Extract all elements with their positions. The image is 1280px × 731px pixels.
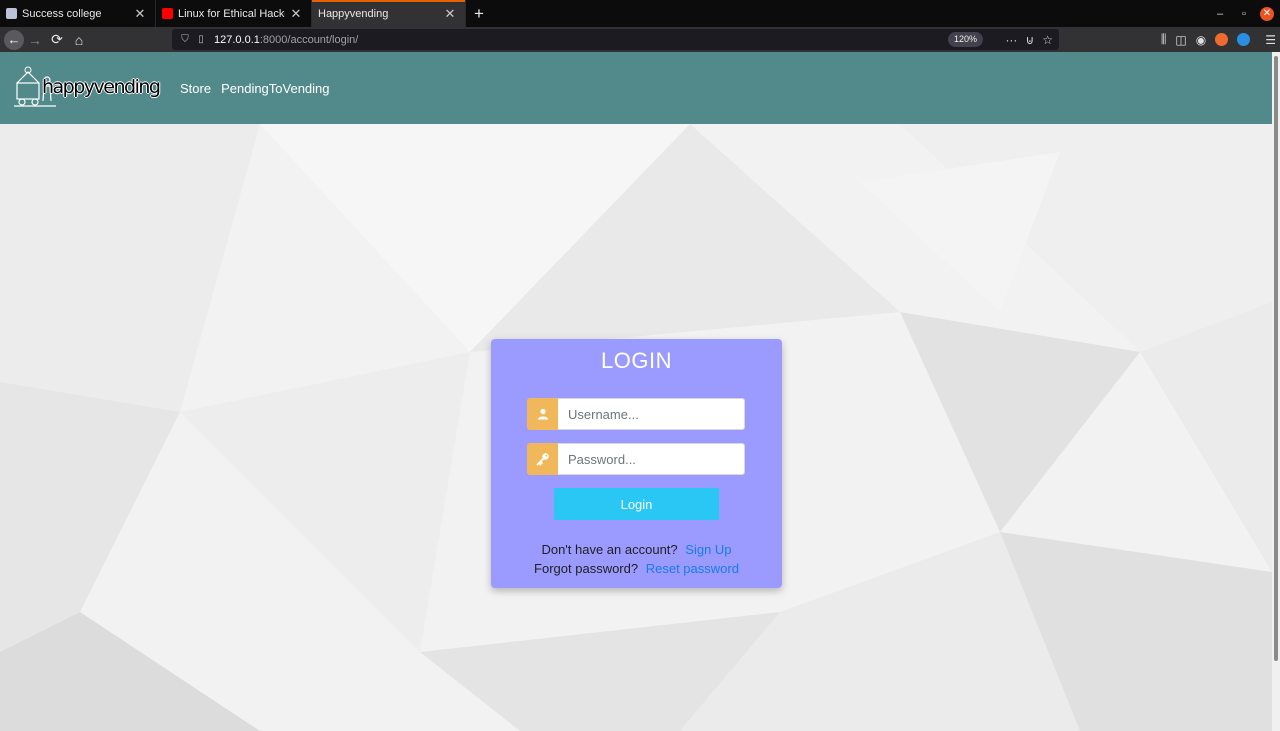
navigation-toolbar: ← → ⟳ ⌂ ⛉ ▯ 127.0.0.1:8000/account/login… [0, 27, 1280, 52]
url-path: :8000/account/login/ [259, 33, 359, 46]
password-input[interactable] [558, 443, 745, 475]
address-bar[interactable]: ⛉ ▯ 127.0.0.1:8000/account/login/ 120% ·… [172, 29, 1059, 50]
restore-icon[interactable]: ▫ [1236, 8, 1252, 20]
youtube-favicon-icon [162, 8, 173, 19]
shield-icon[interactable]: ⛉ [178, 34, 192, 45]
close-tab-icon[interactable]: ✕ [443, 6, 457, 22]
tab-success-college[interactable]: Success college ✕ [0, 0, 156, 27]
tab-title: Linux for Ethical Hackers [178, 7, 285, 20]
site-nav: Store PendingToVending [180, 81, 330, 96]
logo-text[interactable]: happyvending [42, 76, 161, 98]
minimize-icon[interactable]: – [1212, 8, 1228, 20]
tab-linux-ethical-hackers[interactable]: Linux for Ethical Hackers ✕ [156, 0, 312, 27]
college-favicon-icon [6, 8, 17, 19]
page-icon: ▯ [198, 34, 204, 45]
forward-arrow-icon[interactable]: → [24, 29, 46, 51]
signup-link[interactable]: Sign Up [685, 542, 731, 557]
site-header: happyvending Store PendingToVending [0, 52, 1272, 124]
extension-icon[interactable] [1237, 33, 1251, 46]
close-tab-icon[interactable]: ✕ [133, 6, 147, 22]
window-controls: – ▫ ✕ [1212, 0, 1280, 27]
library-icon[interactable]: ⫼ [1161, 32, 1167, 47]
scrollbar-thumb[interactable] [1274, 56, 1278, 661]
tab-strip: Success college ✕ Linux for Ethical Hack… [0, 0, 1280, 27]
account-icon[interactable]: ◉ [1196, 33, 1206, 47]
signup-line: Don't have an account? Sign Up [491, 542, 782, 557]
home-icon[interactable]: ⌂ [68, 29, 90, 51]
sidebar-icon[interactable]: ◫ [1175, 33, 1186, 47]
user-icon [527, 398, 558, 430]
close-window-icon[interactable]: ✕ [1260, 6, 1274, 21]
page-viewport: happyvending Store PendingToVending LOGI… [0, 52, 1272, 731]
url-host: 127.0.0.1 [214, 33, 260, 46]
username-input[interactable] [558, 398, 745, 430]
reload-icon[interactable]: ⟳ [46, 29, 68, 51]
signup-prompt: Don't have an account? [541, 542, 678, 557]
login-title: LOGIN [601, 348, 672, 373]
close-tab-icon[interactable]: ✕ [289, 6, 303, 22]
menu-icon[interactable]: ☰ [1265, 33, 1276, 47]
login-button[interactable]: Login [554, 488, 719, 520]
forgot-prompt: Forgot password? [534, 561, 639, 576]
login-card: LOGIN Login Don't have an account? Sign … [491, 339, 782, 588]
tab-title: Happyvending [318, 7, 389, 20]
nav-link-store[interactable]: Store [180, 81, 211, 96]
reset-password-link[interactable]: Reset password [646, 561, 739, 576]
tab-title: Success college [22, 7, 102, 20]
nav-link-pending-to-vending[interactable]: PendingToVending [221, 81, 329, 96]
new-tab-button[interactable]: + [466, 0, 492, 27]
bookmark-star-icon[interactable]: ☆ [1042, 33, 1053, 47]
username-field-group [527, 398, 745, 430]
key-icon [527, 443, 558, 475]
page-actions-icon[interactable]: ··· [1005, 33, 1017, 47]
page-scrollbar[interactable] [1272, 52, 1280, 731]
back-arrow-icon[interactable]: ← [4, 29, 24, 50]
tab-happyvending[interactable]: Happyvending ✕ [312, 0, 466, 27]
zoom-level[interactable]: 120% [947, 32, 983, 47]
pocket-icon[interactable]: ⊍ [1025, 33, 1034, 47]
reset-line: Forgot password? Reset password [491, 561, 782, 576]
extension-icon[interactable] [1215, 33, 1229, 46]
password-field-group [527, 443, 745, 475]
